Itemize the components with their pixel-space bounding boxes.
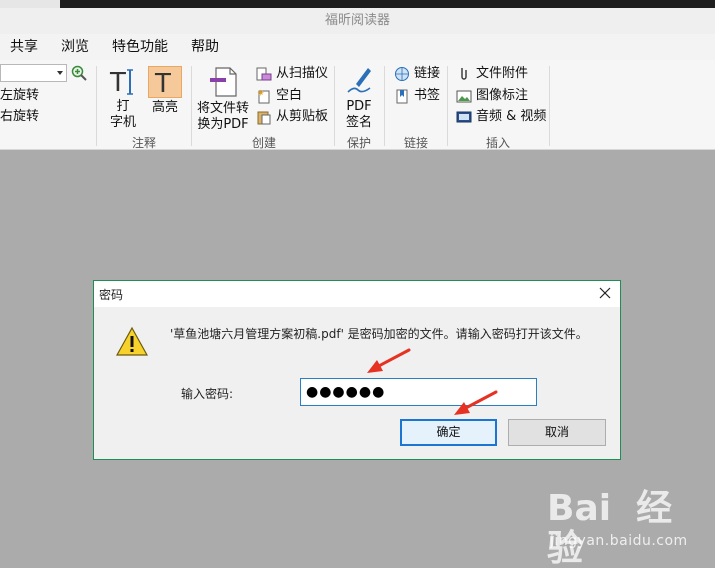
group-annotate-label: 注释 [131, 136, 156, 150]
file-attachment-icon [461, 68, 467, 80]
divider [549, 66, 550, 146]
bookmark-icon [396, 89, 408, 104]
password-label: 输入密码: [181, 387, 234, 401]
svg-text:T: T [109, 68, 126, 96]
dialog-title: 密码 [99, 288, 124, 302]
from-scanner-label: 从扫描仪 [276, 66, 329, 81]
group-links-label: 链接 [403, 136, 428, 150]
chevron-down-icon [57, 71, 63, 75]
menu-browse[interactable]: 浏览 [61, 38, 89, 56]
blank-page-icon: ✷ [257, 89, 270, 104]
typewriter-label-2: 字机 [109, 115, 136, 130]
divider [447, 66, 448, 146]
watermark-logo: Bai 经验 [547, 488, 673, 568]
convert-label-2: 换为PDF [197, 117, 249, 132]
audio-video-icon [456, 111, 472, 123]
svg-text:T: T [154, 69, 171, 95]
link-icon [395, 67, 409, 81]
dialog-message: '草鱼池塘六月管理方案初稿.pdf' 是密码加密的文件。请输入密码打开该文件。 [170, 327, 588, 341]
divider [334, 66, 335, 146]
audio-video-label: 音频 & 视频 [476, 109, 547, 124]
image-annotation-button[interactable]: 图像标注 [456, 86, 528, 106]
rotate-left-button[interactable]: 左旋转 [0, 86, 39, 106]
close-icon[interactable] [598, 286, 612, 300]
ribbon: 左旋转 右旋转 T 打 字机 T 高亮 注释 将文件转 换为PDF 从扫描仪 ✷ [0, 60, 715, 150]
audio-video-button[interactable]: 音频 & 视频 [456, 107, 546, 127]
file-attachment-label: 文件附件 [476, 66, 529, 81]
link-label: 链接 [414, 66, 441, 81]
scanner-icon [256, 67, 272, 81]
group-insert-label: 插入 [485, 136, 510, 150]
ok-button[interactable]: 确定 [400, 419, 497, 446]
clipboard-icon [257, 111, 271, 125]
image-annotation-label: 图像标注 [476, 88, 529, 103]
typewriter-button[interactable]: T 打 字机 [106, 66, 140, 132]
bookmark-button[interactable]: 书签 [394, 86, 440, 106]
rotate-right-button[interactable]: 右旋转 [0, 107, 39, 127]
cancel-button[interactable]: 取消 [508, 419, 606, 446]
warning-icon [115, 326, 149, 356]
divider [384, 66, 385, 146]
blank-label: 空白 [276, 88, 303, 103]
highlight-icon: T [154, 69, 171, 95]
password-input[interactable]: ●●●●●● [300, 378, 537, 406]
highlight-label: 高亮 [151, 100, 178, 115]
watermark: Bai 经验 jingyan.baidu.com [547, 489, 707, 568]
annotation-arrow-icon [454, 390, 498, 415]
convert-to-pdf-button[interactable]: 将文件转 换为PDF [197, 66, 249, 132]
pdf-sign-button[interactable]: PDF 签名 [340, 64, 378, 132]
blank-button[interactable]: ✷ 空白 [256, 86, 302, 106]
dialog-titlebar: 密码 [94, 281, 620, 307]
watermark-url: jingyan.baidu.com [550, 533, 688, 549]
divider [191, 66, 192, 146]
image-annotation-icon [456, 90, 472, 103]
zoom-in-icon[interactable] [71, 65, 87, 81]
pdf-sign-label-2: 签名 [345, 115, 372, 130]
pdf-sign-label-1: PDF [346, 99, 372, 114]
from-clipboard-label: 从剪贴板 [276, 109, 329, 124]
file-attachment-button[interactable]: 文件附件 [456, 64, 528, 84]
zoom-combo[interactable] [0, 64, 67, 82]
from-scanner-button[interactable]: 从扫描仪 [256, 64, 328, 84]
top-strip [0, 0, 715, 8]
annotation-arrow-icon [367, 348, 411, 373]
from-clipboard-button[interactable]: 从剪贴板 [256, 107, 328, 127]
convert-to-pdf-icon [210, 67, 237, 97]
window-title: 福昕阅读器 [0, 8, 715, 34]
menu-help[interactable]: 帮助 [191, 38, 219, 56]
group-create-label: 创建 [251, 136, 276, 150]
pdf-sign-icon [347, 68, 371, 93]
group-protect-label: 保护 [346, 136, 371, 150]
menu-share[interactable]: 共享 [10, 38, 38, 56]
password-dialog: 密码 '草鱼池塘六月管理方案初稿.pdf' 是密码加密的文件。请输入密码打开该文… [93, 280, 621, 460]
divider [96, 66, 97, 146]
convert-label-1: 将文件转 [197, 101, 250, 116]
typewriter-icon: T [109, 68, 133, 96]
menu-features[interactable]: 特色功能 [112, 38, 168, 56]
typewriter-label-1: 打 [116, 99, 130, 114]
highlight-button[interactable]: T [148, 66, 182, 98]
link-button[interactable]: 链接 [394, 64, 440, 84]
bookmark-label: 书签 [414, 88, 441, 103]
menu-bar: 共享 浏览 特色功能 帮助 [0, 34, 715, 60]
svg-text:✷: ✷ [257, 89, 265, 99]
